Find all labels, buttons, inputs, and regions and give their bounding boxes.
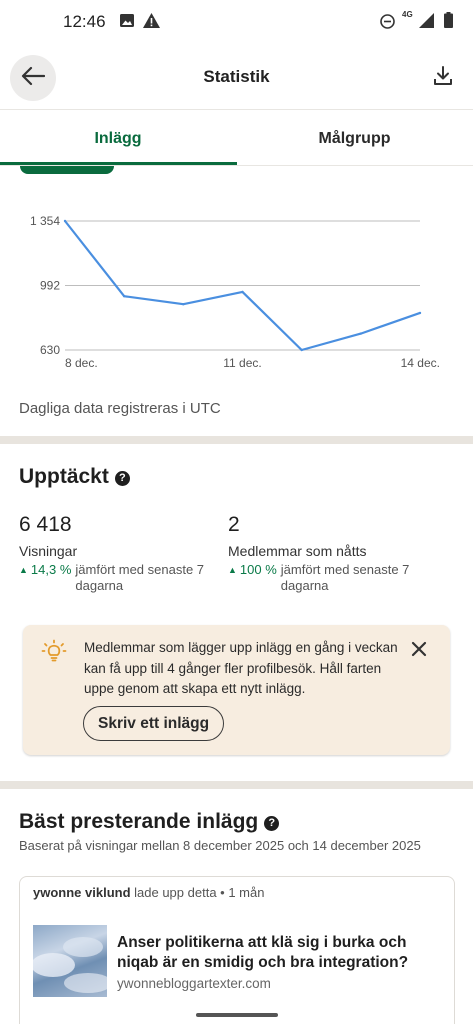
metric-change: ▲ 100 % jämfört med senaste 7 dagarna bbox=[228, 562, 438, 594]
tip-text: Medlemmar som lägger upp inlägg en gång … bbox=[84, 640, 398, 696]
app-bar: Statistik bbox=[0, 44, 473, 110]
trend-up-icon: ▲ bbox=[228, 565, 237, 575]
change-percent: ▲ 14,3 % bbox=[19, 562, 71, 594]
data-point bbox=[241, 290, 244, 294]
chart-note: Dagliga data registreras i UTC bbox=[19, 400, 221, 417]
data-point bbox=[182, 303, 185, 306]
warning-icon bbox=[143, 13, 160, 33]
post-domain: ywonnebloggartexter.com bbox=[117, 976, 271, 991]
data-point bbox=[359, 332, 363, 335]
post-author[interactable]: ywonne viklund bbox=[33, 885, 131, 900]
discovery-title-text: Upptäckt bbox=[19, 465, 109, 488]
x-tick-label: 11 dec. bbox=[223, 356, 261, 370]
y-tick-label: 1 354 bbox=[30, 214, 60, 228]
trend-up-icon: ▲ bbox=[19, 565, 28, 575]
download-icon bbox=[433, 66, 453, 90]
post-card[interactable]: ywonne viklund lade upp detta • 1 mån An… bbox=[19, 876, 455, 1024]
metric-value: 6 418 bbox=[19, 513, 72, 536]
y-tick-label: 630 bbox=[40, 343, 60, 357]
download-button[interactable] bbox=[433, 66, 461, 94]
tip-card: Medlemmar som lägger upp inlägg en gång … bbox=[23, 625, 450, 755]
post-headline[interactable]: Anser politikerna att klä sig i burka oc… bbox=[117, 933, 437, 973]
help-icon[interactable]: ? bbox=[264, 816, 280, 831]
data-point bbox=[63, 219, 67, 223]
section-divider bbox=[0, 436, 473, 444]
network-type-icon: 4G bbox=[402, 10, 413, 19]
change-percent: ▲ 100 % bbox=[228, 562, 277, 594]
change-comparison: jämfört med senaste 7 dagarna bbox=[280, 562, 410, 593]
close-icon[interactable] bbox=[409, 639, 429, 659]
gallery-icon bbox=[120, 14, 134, 32]
tab-audience[interactable]: Målgrupp bbox=[236, 130, 473, 148]
status-time: 12:46 bbox=[63, 12, 106, 31]
post-thumbnail[interactable] bbox=[33, 925, 107, 997]
metric-members-reached: 2 Medlemmar som nåtts ▲ 100 % jämfört med… bbox=[228, 513, 438, 594]
home-indicator[interactable] bbox=[196, 1013, 278, 1017]
status-bar: 12:46 4G bbox=[0, 0, 473, 44]
change-value: 14,3 % bbox=[30, 562, 72, 577]
write-post-button[interactable]: Skriv ett inlägg bbox=[83, 706, 225, 741]
post-action: lade upp detta • 1 mån bbox=[134, 885, 265, 900]
data-point bbox=[418, 311, 422, 315]
top-posts-title: Bäst presterande inlägg? bbox=[19, 810, 280, 834]
top-posts-title-text: Bäst presterande inlägg bbox=[19, 810, 259, 833]
metric-label: Medlemmar som nåtts bbox=[228, 543, 367, 559]
chart-svg: 1 354 992 630 8 dec. 11 dec. 14 dec. bbox=[30, 214, 440, 370]
metric-impressions: 6 418 Visningar ▲ 14,3 % jämfört med sena… bbox=[19, 513, 229, 594]
post-author-line: ywonne viklund lade upp detta • 1 mån bbox=[33, 885, 264, 900]
lightbulb-icon bbox=[41, 639, 67, 665]
data-point bbox=[122, 294, 126, 298]
x-tick-label: 14 dec. bbox=[401, 356, 440, 370]
battery-icon bbox=[444, 12, 453, 33]
change-comparison: jämfört med senaste 7 dagarna bbox=[75, 562, 205, 593]
help-icon[interactable]: ? bbox=[114, 471, 130, 486]
tab-posts[interactable]: Inlägg bbox=[0, 130, 236, 148]
tab-bar: Inlägg Målgrupp bbox=[0, 110, 473, 166]
y-tick-label: 992 bbox=[40, 279, 60, 293]
page-title: Statistik bbox=[203, 67, 270, 86]
change-value: 100 % bbox=[239, 562, 277, 577]
metric-label: Visningar bbox=[19, 543, 78, 559]
x-tick-label: 8 dec. bbox=[65, 356, 98, 370]
tab-indicator bbox=[0, 162, 237, 165]
metric-value: 2 bbox=[228, 513, 240, 536]
metric-change: ▲ 14,3 % jämfört med senaste 7 dagarna bbox=[19, 562, 229, 594]
signal-icon bbox=[419, 13, 434, 33]
do-not-disturb-icon bbox=[380, 14, 395, 34]
impressions-chart: 1 354 992 630 8 dec. 11 dec. 14 dec. bbox=[0, 190, 473, 380]
top-posts-subtitle: Baserat på visningar mellan 8 december 2… bbox=[19, 838, 421, 853]
chart-selector-pill[interactable] bbox=[20, 166, 114, 174]
section-divider bbox=[0, 781, 473, 789]
data-point bbox=[300, 348, 303, 352]
discovery-title: Upptäckt? bbox=[19, 465, 130, 489]
